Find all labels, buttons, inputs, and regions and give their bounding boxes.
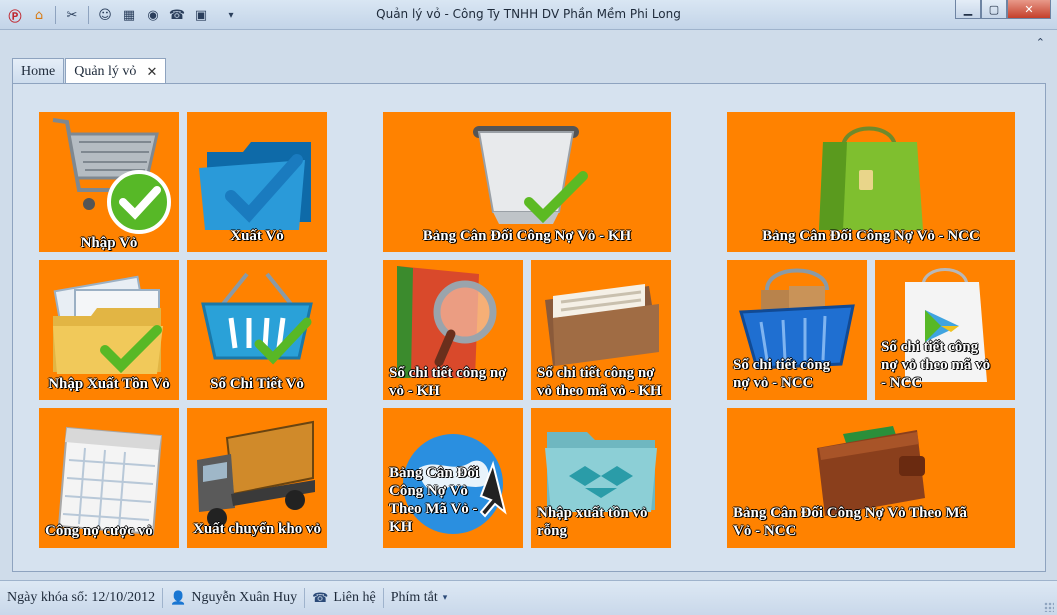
tile-label-line: Sổ chi tiết công [881, 339, 979, 355]
tab-label: Home [21, 63, 56, 79]
tab-label: Quản lý vỏ [74, 64, 137, 79]
window-controls: ▁ ▢ ✕ [955, 0, 1051, 19]
tab-home[interactable]: Home [12, 58, 65, 84]
ribbon-collapse-icon[interactable]: ⌃ [1036, 36, 1045, 49]
tile-so-chi-tiet-vo[interactable]: Sổ Chi Tiết Vỏ [187, 260, 327, 400]
tile-label-line: Công Nợ Vỏ [389, 483, 468, 499]
close-icon[interactable]: ✕ [146, 65, 157, 80]
tile-label: Sổ Chi Tiết Vỏ [210, 376, 304, 392]
tile-label-line: - NCC [881, 375, 923, 391]
tile-label-line: Nhập xuất tồn vỏ [537, 505, 648, 521]
tile-cong-no-cuoc-vo[interactable]: Công nợ cược vỏ [39, 408, 179, 548]
tile-nhap-vo[interactable]: Nhập Vỏ [39, 112, 179, 252]
tile-label: Bảng Cân Đối Công Nợ Vỏ - KH [422, 228, 632, 244]
tile-label-line: KH [389, 519, 413, 535]
user-name: Nguyễn Xuân Huy [191, 590, 298, 605]
tile-bang-can-doi-kh[interactable]: Bảng Cân Đối Công Nợ Vỏ - KH [383, 112, 671, 252]
user-status[interactable]: 👤 Nguyễn Xuân Huy [163, 587, 304, 609]
tile-label-line: nợ vỏ - NCC [733, 375, 814, 391]
phone-icon: ☎ [312, 590, 329, 606]
tile-label-line: rỗng [537, 523, 567, 539]
tile-xuat-chuyen-kho-vo[interactable]: Xuất chuyển kho vỏ [187, 408, 327, 548]
tile-label: Xuất chuyển kho vỏ [193, 521, 321, 537]
tile-label-line: Bảng Cân Đối [389, 465, 480, 481]
tile-label-line: nợ vỏ theo mã vỏ [881, 357, 991, 373]
resize-grip[interactable] [1044, 602, 1054, 612]
shortcuts-label: Phím tắt [390, 590, 438, 605]
status-bar: Ngày khóa sổ: 12/10/2012 👤 Nguyễn Xuân H… [0, 580, 1057, 615]
contact-button[interactable]: ☎ Liên hệ [305, 587, 383, 609]
tile-label: Sổ chi tiết công nợ vỏ theo mã vỏ - NCC [875, 338, 1015, 392]
lock-date-status: Ngày khóa sổ: 12/10/2012 [0, 587, 162, 609]
tile-label: Bảng Cân Đối Công Nợ Vỏ Theo Mã Vỏ - NCC [727, 504, 1015, 540]
chevron-down-icon: ▾ [442, 593, 448, 603]
tile-label: Bảng Cân Đối Công Nợ Vỏ Theo Mã Vỏ - KH [383, 464, 523, 536]
tile-label: Công nợ cược vỏ [45, 523, 153, 539]
tile-xuat-vo[interactable]: Xuất Vỏ [187, 112, 327, 252]
tile-panel: Nhập Vỏ Xuất Vỏ Bảng Cân Đối Công Nợ Vỏ … [12, 83, 1046, 572]
tile-so-chi-tiet-theo-ma-ncc[interactable]: Sổ chi tiết công nợ vỏ theo mã vỏ - NCC [875, 260, 1015, 400]
contact-label: Liên hệ [333, 590, 376, 605]
close-button[interactable]: ✕ [1007, 0, 1051, 19]
tile-label-line: vỏ theo mã vỏ - KH [537, 383, 662, 399]
window-title: Quản lý vỏ - Công Ty TNHH DV Phần Mềm Ph… [376, 7, 681, 21]
tile-label-line: Sổ chi tiết công [733, 357, 831, 373]
tile-so-chi-tiet-cong-no-kh[interactable]: Sổ chi tiết công nợ vỏ - KH [383, 260, 523, 400]
shortcuts-dropdown[interactable]: Phím tắt ▾ [384, 587, 455, 609]
tile-label: Nhập Xuất Tồn Vỏ [48, 376, 170, 392]
tile-label-line: Bảng Cân Đối Công Nợ Vỏ Theo Mã [733, 505, 968, 521]
tile-label: Sổ chi tiết công nợ vỏ - KH [383, 364, 523, 400]
tile-bang-can-doi-theo-ma-kh[interactable]: Bảng Cân Đối Công Nợ Vỏ Theo Mã Vỏ - KH [383, 408, 523, 548]
minimize-button[interactable]: ▁ [955, 0, 981, 19]
tile-label: Nhập xuất tồn vỏ rỗng [531, 504, 671, 540]
title-bar: Ⓟ ⌂ ✂ ☺ ▦ ◉ ☎ ▣ ▾ Quản lý vỏ - Công Ty T… [0, 0, 1057, 30]
tile-nhap-xuat-ton-vo-rong[interactable]: Nhập xuất tồn vỏ rỗng [531, 408, 671, 548]
tile-label: Xuất Vỏ [230, 228, 284, 244]
tile-so-chi-tiet-theo-ma-kh[interactable]: Sổ chi tiết công nợ vỏ theo mã vỏ - KH [531, 260, 671, 400]
tile-label: Nhập Vỏ [80, 235, 138, 251]
maximize-button[interactable]: ▢ [981, 0, 1007, 19]
lock-date-label: Ngày khóa sổ: 12/10/2012 [7, 590, 156, 605]
tile-nhap-xuat-ton-vo[interactable]: Nhập Xuất Tồn Vỏ [39, 260, 179, 400]
tab-quan-ly-vo[interactable]: Quản lý vỏ ✕ [65, 58, 167, 85]
tile-so-chi-tiet-cong-no-ncc[interactable]: Sổ chi tiết công nợ vỏ - NCC [727, 260, 867, 400]
tile-bang-can-doi-ncc[interactable]: Bảng Cân Đối Công Nợ Vỏ - NCC [727, 112, 1015, 252]
tile-label: Bảng Cân Đối Công Nợ Vỏ - NCC [762, 228, 980, 244]
tile-label-line: Vỏ - NCC [733, 523, 797, 539]
shopping-cart-check-icon [52, 118, 171, 234]
tile-label-line: Theo Mã Vỏ - [389, 501, 478, 517]
tile-label-line: Sổ chi tiết công nợ [389, 365, 507, 381]
tile-label-line: Sổ chi tiết công nợ [537, 365, 655, 381]
tile-label: Sổ chi tiết công nợ vỏ theo mã vỏ - KH [531, 364, 671, 400]
document-tabs: Home Quản lý vỏ ✕ [12, 58, 167, 85]
tile-bang-can-doi-theo-ma-ncc[interactable]: Bảng Cân Đối Công Nợ Vỏ Theo Mã Vỏ - NCC [727, 408, 1015, 548]
tile-label: Sổ chi tiết công nợ vỏ - NCC [727, 356, 867, 392]
user-icon: 👤 [170, 590, 187, 606]
tile-label-line: vỏ - KH [389, 383, 440, 399]
